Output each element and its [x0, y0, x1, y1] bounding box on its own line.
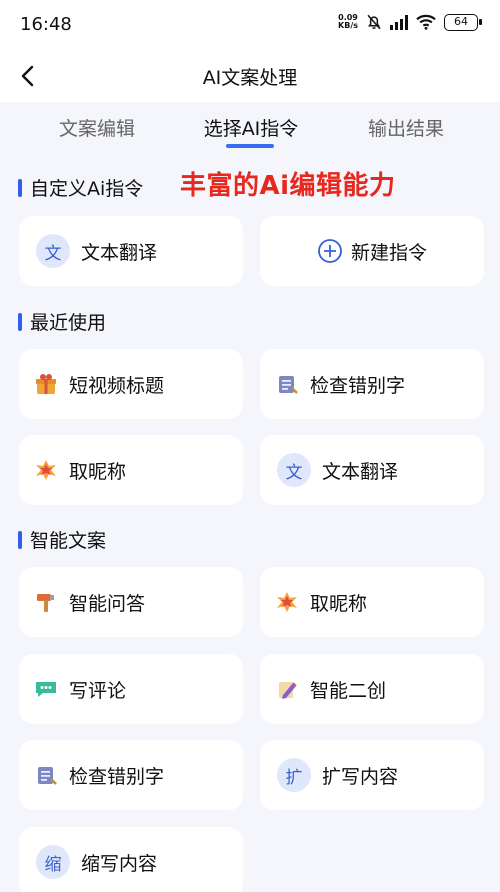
card-label: 缩写内容 [81, 852, 158, 875]
expand-icon: 扩 [277, 758, 311, 792]
section-marker [18, 530, 22, 549]
network-speed-unit: KB/s [338, 21, 358, 30]
card-nickname[interactable]: 取昵称 [19, 435, 243, 505]
card-label: 取昵称 [310, 592, 368, 615]
card-label: 智能二创 [310, 679, 387, 702]
section-custom-ai: 自定义Ai指令 [18, 174, 143, 201]
hammer-icon [37, 594, 54, 612]
promo-banner-text: 丰富的Ai编辑能力 [180, 171, 396, 201]
pencil-paper-icon [279, 682, 297, 699]
card-write-comment[interactable]: 写评论 [19, 654, 243, 724]
translate-icon: 文 [277, 453, 311, 487]
card-smart-remix[interactable]: 智能二创 [260, 654, 484, 724]
section-smart-copy: 智能文案 [18, 526, 106, 553]
section-title: 自定义Ai指令 [30, 178, 144, 200]
signal-icon [390, 14, 408, 30]
section-title: 最近使用 [30, 312, 107, 334]
card-nickname-smart[interactable]: 取昵称 [260, 567, 484, 637]
active-tab-indicator [226, 144, 274, 148]
tab-select-ai-command[interactable]: 选择AI指令 [171, 114, 331, 141]
comic-burst-icon [277, 592, 297, 612]
top-nav-bar: AI文案处理 [0, 50, 500, 102]
card-new-command[interactable]: 新建指令 [260, 216, 484, 286]
card-shorten-content[interactable]: 缩 缩写内容 [19, 827, 243, 892]
status-icons: 0.09 KB/s 64 [338, 13, 482, 31]
card-smart-qa[interactable]: 智能问答 [19, 567, 243, 637]
card-expand-content[interactable]: 扩 扩写内容 [260, 740, 484, 810]
card-label: 检查错别字 [310, 374, 406, 397]
page-title: AI文案处理 [202, 67, 298, 89]
bell-off-icon [367, 14, 381, 30]
section-marker [18, 312, 22, 331]
chat-bubble-icon [36, 682, 56, 697]
section-marker [18, 178, 22, 197]
tab-copy-edit[interactable]: 文案编辑 [17, 114, 177, 141]
card-text-translate-recent[interactable]: 文 文本翻译 [260, 435, 484, 505]
comic-burst-icon [36, 460, 56, 480]
card-label: 写评论 [69, 679, 127, 702]
card-label: 文本翻译 [322, 460, 399, 483]
battery-icon: 64 [444, 13, 482, 31]
section-recent: 最近使用 [18, 308, 106, 335]
wifi-icon [416, 14, 436, 30]
card-label: 短视频标题 [69, 374, 165, 397]
status-bar: 16:48 0.09 KB/s 64 [0, 0, 500, 50]
card-label: 智能问答 [69, 592, 146, 615]
section-title: 智能文案 [30, 530, 107, 552]
shorten-icon: 缩 [36, 845, 70, 879]
status-time: 16:48 [20, 14, 72, 35]
card-label: 扩写内容 [322, 765, 399, 788]
card-label: 文本翻译 [81, 241, 158, 264]
plus-circle-icon [318, 239, 342, 263]
translate-icon: 文 [36, 234, 70, 268]
gift-box-icon [36, 374, 56, 394]
card-text-translate[interactable]: 文 文本翻译 [19, 216, 243, 286]
card-label: 新建指令 [350, 241, 427, 264]
network-speed: 0.09 KB/s [338, 14, 358, 30]
scroll-icon [38, 767, 57, 785]
card-label: 检查错别字 [69, 765, 165, 788]
card-label: 取昵称 [69, 460, 127, 483]
scroll-icon [279, 376, 298, 394]
card-short-video-title[interactable]: 短视频标题 [19, 349, 243, 419]
card-check-typos-smart[interactable]: 检查错别字 [19, 740, 243, 810]
card-check-typos[interactable]: 检查错别字 [260, 349, 484, 419]
tab-bar: 文案编辑 选择AI指令 输出结果 [0, 102, 500, 154]
tab-output-result[interactable]: 输出结果 [326, 114, 486, 141]
